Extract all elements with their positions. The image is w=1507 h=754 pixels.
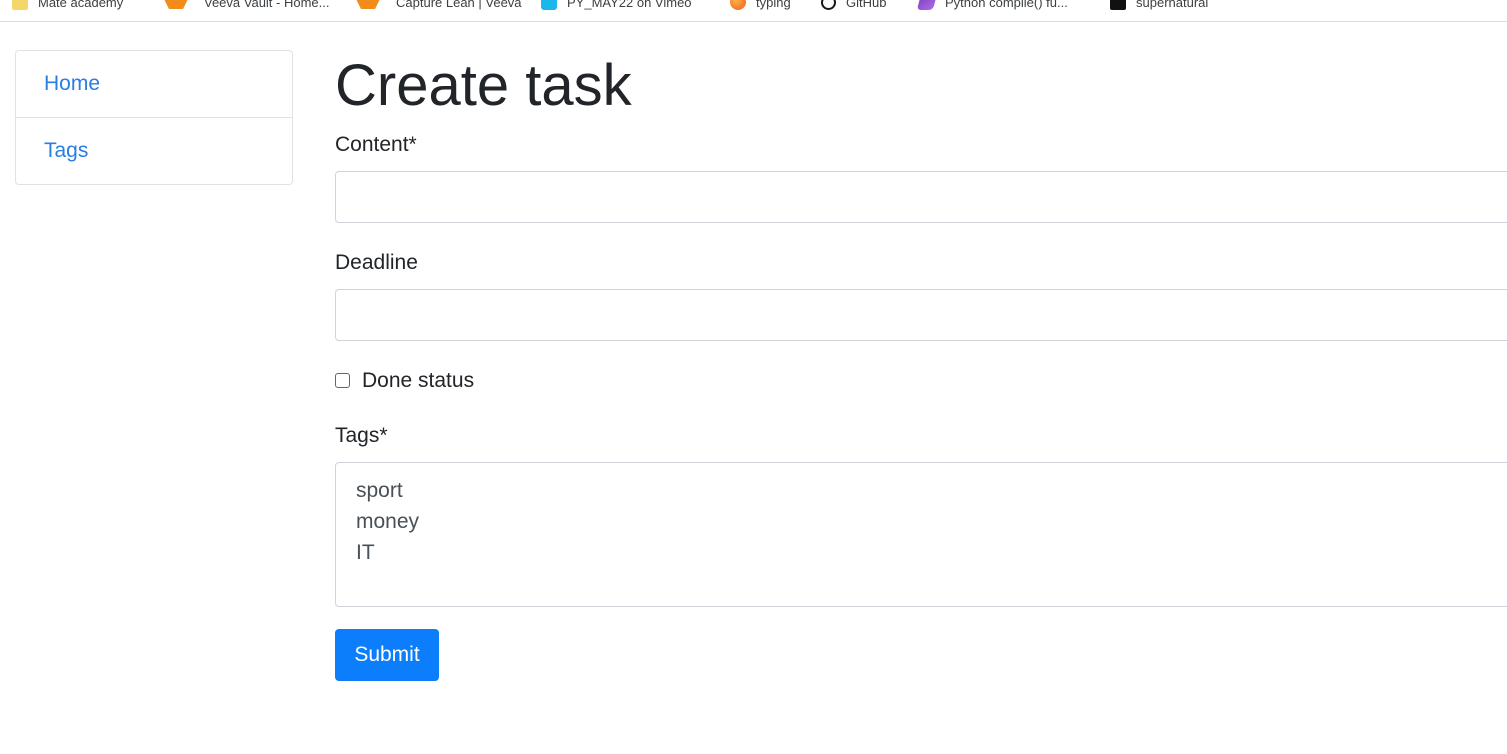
bookmark-label: supernatural	[1136, 0, 1209, 10]
sidebar-item-tags[interactable]: Tags	[16, 117, 292, 184]
veeva-icon	[162, 0, 190, 9]
python-icon	[916, 0, 938, 10]
tag-option-it[interactable]: IT	[356, 537, 1507, 568]
bookmark-vimeo[interactable]: PY_MAY22 on Vimeo	[541, 0, 692, 12]
tags-multiselect[interactable]: sport money IT	[335, 462, 1507, 607]
bookmark-label: PY_MAY22 on Vimeo	[567, 0, 692, 10]
bookmark-github[interactable]: GitHub	[821, 0, 886, 12]
bookmark-typing[interactable]: typing	[730, 0, 791, 12]
folder-icon	[12, 0, 28, 10]
bookmark-veeva-home[interactable]: Veeva Vault - Home...	[162, 0, 330, 12]
tag-option-money[interactable]: money	[356, 506, 1507, 537]
veeva-icon	[354, 0, 382, 9]
done-status-row: Done status	[335, 368, 474, 392]
sidebar-item-home[interactable]: Home	[16, 51, 292, 117]
bookmark-label: Mate academy	[38, 0, 124, 10]
video-icon	[1110, 0, 1126, 10]
bookmark-label: Python compile() fu...	[945, 0, 1068, 10]
bookmark-label: typing	[756, 0, 791, 10]
deadline-label: Deadline	[335, 251, 418, 274]
tag-option-sport[interactable]: sport	[356, 475, 1507, 506]
bookmarks-bar: Mate academy Veeva Vault - Home... Captu…	[0, 0, 1507, 22]
bookmark-label: Veeva Vault - Home...	[204, 0, 330, 10]
done-status-checkbox[interactable]	[335, 372, 350, 388]
bookmark-supernatural[interactable]: supernatural	[1110, 0, 1208, 12]
content-input[interactable]	[335, 171, 1507, 223]
bookmark-label: Capture Lean | Veeva	[396, 0, 522, 10]
page-title: Create task	[335, 53, 632, 118]
github-icon	[821, 0, 836, 10]
bookmark-python-compile[interactable]: Python compile() fu...	[916, 0, 1068, 12]
vimeo-icon	[541, 0, 557, 10]
done-status-label[interactable]: Done status	[362, 369, 474, 393]
submit-button[interactable]: Submit	[335, 629, 439, 681]
tags-label: Tags*	[335, 424, 388, 447]
bookmark-mate-academy[interactable]: Mate academy	[12, 0, 123, 12]
content-label: Content*	[335, 133, 417, 156]
typing-icon	[730, 0, 746, 10]
deadline-input[interactable]	[335, 289, 1507, 341]
bookmark-label: GitHub	[846, 0, 887, 10]
bookmark-capture-lean[interactable]: Capture Lean | Veeva	[354, 0, 522, 12]
sidebar-nav: Home Tags	[15, 50, 293, 185]
